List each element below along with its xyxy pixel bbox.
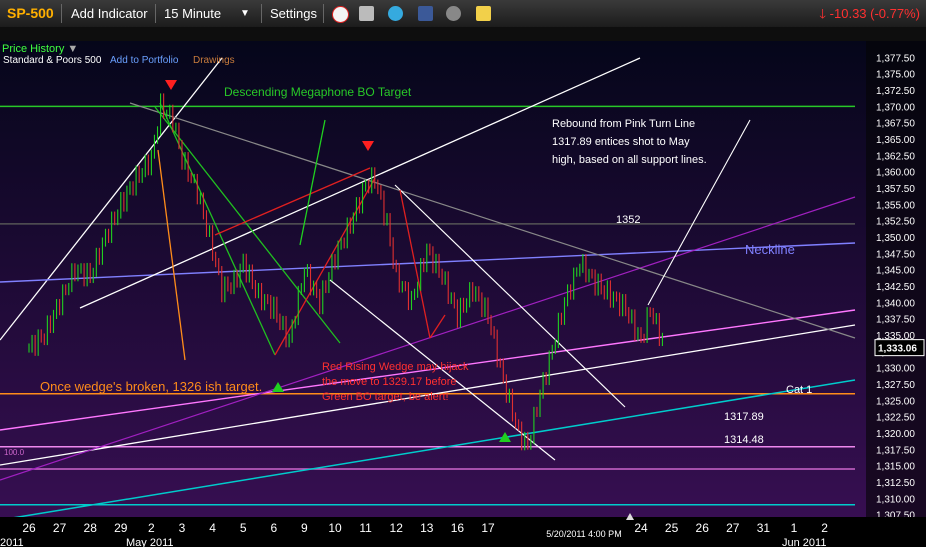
toolbar: SP-500 Add Indicator 15 Minute ▼ Setting… (0, 0, 926, 28)
alarm-clock-icon[interactable] (332, 6, 349, 23)
x-tick-label: 5 (240, 521, 247, 535)
y-tick-label: 1,312.50 (876, 478, 915, 489)
x-tick-label: 25 (665, 521, 679, 535)
x-tick-label: 11 (359, 521, 372, 535)
x-tick-label: 4 (209, 521, 216, 535)
subbar: Standard & Poors 500 Add to Portfolio Dr… (0, 27, 926, 66)
y-tick-label: 1,377.50 (876, 53, 915, 64)
cursor-time-label: 5/20/2011 4:00 PM (546, 529, 621, 539)
rebound-annotation: Rebound from Pink Turn Line (552, 118, 695, 130)
chart-background (0, 41, 926, 547)
level-1314-label: 1314.48 (724, 434, 764, 446)
x-tick-label: 31 (757, 521, 771, 535)
y-tick-label: 1,360.00 (876, 168, 915, 179)
y-tick-label: 1,317.50 (876, 445, 915, 456)
x-year-label: 2011 (0, 537, 24, 547)
y-tick-label: 1,350.00 (876, 233, 915, 244)
x-tick-label: 2 (821, 521, 828, 535)
y-tick-label: 1,347.50 (876, 249, 915, 260)
y-tick-label: 1,342.50 (876, 282, 915, 293)
x-tick-label: 27 (53, 521, 67, 535)
symbol-label[interactable]: SP-500 (7, 0, 54, 27)
x-tick-label: 10 (328, 521, 342, 535)
red-wedge-annotation: Red Rising Wedge may hijack (322, 361, 469, 373)
y-tick-label: 1,327.50 (876, 380, 915, 391)
price-change-value: -10.33 (-0.77%) (829, 6, 920, 21)
x-tick-label: 26 (22, 521, 36, 535)
y-tick-label: 1,337.50 (876, 315, 915, 326)
y-tick-label: 1,365.00 (876, 135, 915, 146)
x-tick-label: 13 (420, 521, 434, 535)
y-tick-label: 1,375.00 (876, 70, 915, 81)
rebound-annotation: 1317.89 entices shot to May (552, 136, 690, 148)
y-tick-label: 1,330.00 (876, 364, 915, 375)
x-tick-label: 9 (301, 521, 308, 535)
y-tick-label: 1,340.00 (876, 298, 915, 309)
x-tick-label: 2 (148, 521, 155, 535)
toolbar-divider (261, 4, 262, 23)
wedge-target-label: Once wedge's broken, 1326 ish target. (40, 379, 262, 394)
price-history-toggle[interactable]: Price History ▼ (2, 42, 78, 57)
y-tick-label: 1,357.50 (876, 184, 915, 195)
x-month-label: May 2011 (126, 537, 174, 547)
y-tick-label: 1,322.50 (876, 413, 915, 424)
last-price-label: 1,333.06 (878, 344, 917, 355)
cat1-label: Cat 1 (786, 384, 812, 396)
y-tick-label: 1,352.50 (876, 217, 915, 228)
x-tick-label: 6 (270, 521, 277, 535)
megaphone-target-label: Descending Megaphone BO Target (224, 85, 412, 99)
y-tick-label: 1,315.00 (876, 462, 915, 473)
interval-select[interactable]: 15 Minute (164, 0, 221, 27)
down-arrow-icon: 🡓 (819, 6, 827, 21)
chart-area[interactable]: Descending Megaphone BO Target1352Once w… (0, 0, 926, 547)
rebound-annotation: high, based on all support lines. (552, 154, 707, 166)
price-history-label: Price History (2, 43, 65, 55)
chevron-down-icon[interactable]: ▼ (240, 0, 250, 27)
x-tick-label: 12 (390, 521, 404, 535)
toolbar-divider (323, 4, 324, 23)
chevron-down-icon: ▼ (67, 43, 79, 55)
drawings-link[interactable]: Drawings (193, 54, 235, 68)
red-wedge-annotation: the move to 1329.17 before (322, 376, 457, 388)
y-tick-label: 1,320.00 (876, 429, 915, 440)
y-tick-label: 1,370.00 (876, 102, 915, 113)
pct-label: 100.0 (4, 448, 25, 457)
y-tick-label: 1,362.50 (876, 151, 915, 162)
x-tick-label: 29 (114, 521, 128, 535)
red-wedge-annotation: Green BO target, be alert! (322, 391, 449, 403)
facebook-icon[interactable] (418, 6, 433, 21)
y-tick-label: 1,372.50 (876, 86, 915, 97)
toolbar-divider (61, 4, 62, 23)
level-1317-label: 1317.89 (724, 411, 764, 423)
y-tick-label: 1,367.50 (876, 119, 915, 130)
level-1352-label: 1352 (616, 214, 640, 226)
x-tick-label: 3 (179, 521, 186, 535)
x-month-label: Jun 2011 (782, 537, 826, 547)
news-icon[interactable] (359, 6, 374, 21)
settings-button[interactable]: Settings (270, 0, 317, 27)
x-tick-label: 1 (791, 521, 798, 535)
y-tick-label: 1,325.00 (876, 396, 915, 407)
y-tick-label: 1,355.00 (876, 200, 915, 211)
x-tick-label: 27 (726, 521, 740, 535)
y-tick-label: 1,345.00 (876, 266, 915, 277)
binoculars-icon[interactable] (446, 6, 461, 21)
price-change: 🡓 -10.33 (-0.77%) (819, 0, 920, 27)
neckline-label: Neckline (745, 242, 795, 257)
y-tick-label: 1,310.00 (876, 494, 915, 505)
add-to-portfolio-link[interactable]: Add to Portfolio (110, 54, 178, 68)
x-tick-label: 16 (451, 521, 465, 535)
x-tick-label: 17 (481, 521, 495, 535)
add-indicator-button[interactable]: Add Indicator (71, 0, 148, 27)
x-tick-label: 24 (634, 521, 648, 535)
twitter-icon[interactable] (388, 6, 403, 21)
x-tick-label: 28 (84, 521, 98, 535)
toolbar-divider (155, 4, 156, 23)
note-icon[interactable] (476, 6, 491, 21)
x-tick-label: 26 (696, 521, 710, 535)
